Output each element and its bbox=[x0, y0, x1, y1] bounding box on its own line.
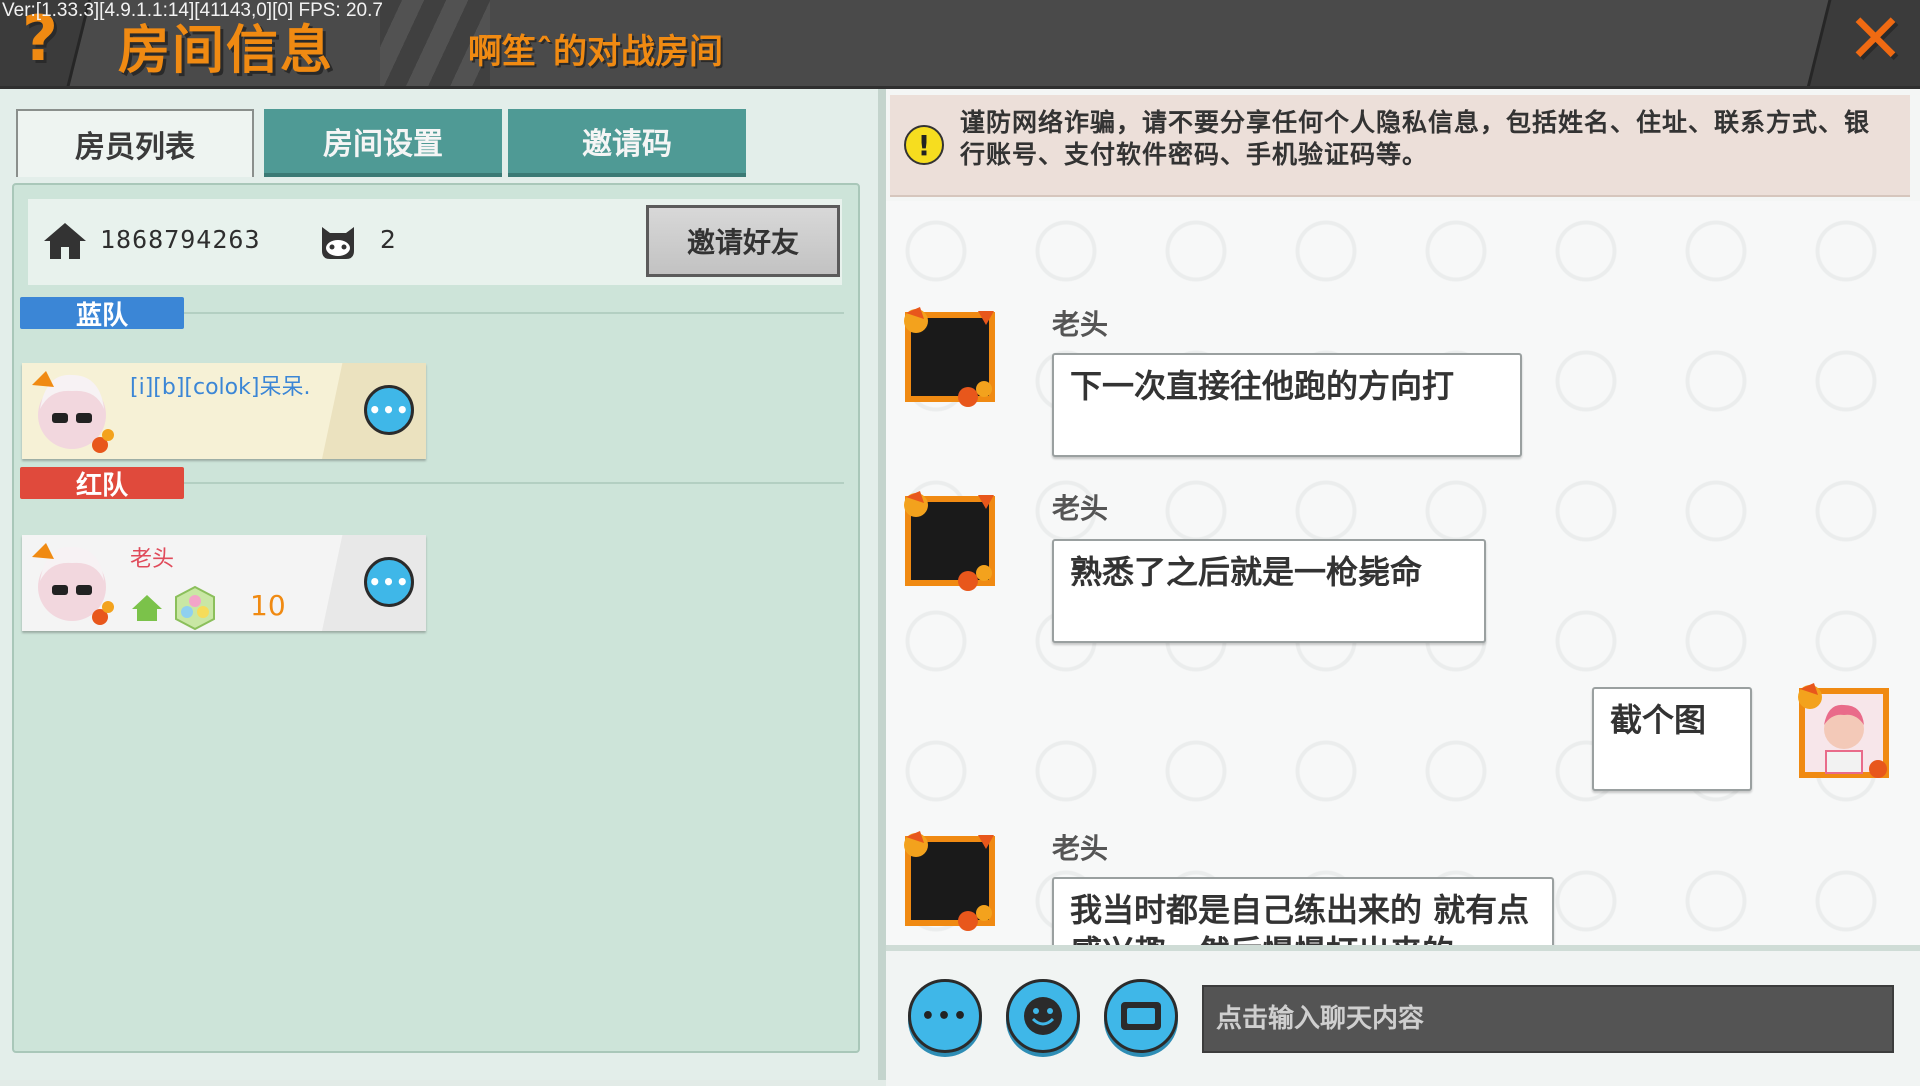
sender-name: 老头 bbox=[1052, 492, 1109, 525]
fraud-warning-text: 谨防网络诈骗，请不要分享任何个人隐私信息，包括姓名、住址、联系方式、银行账号、支… bbox=[960, 108, 1871, 169]
team-label-blue: 蓝队 bbox=[20, 297, 184, 331]
chat-input-bar: ••• bbox=[886, 945, 1920, 1086]
chat-message-list[interactable]: 老头 下一次直接往他跑的方向打 老头 熟悉了之后就是一枪毙命 截个图 老头 我当… bbox=[886, 201, 1920, 1029]
sender-avatar bbox=[904, 307, 995, 407]
warning-icon: ! bbox=[904, 125, 944, 165]
sender-name: 老头 bbox=[1052, 832, 1109, 865]
player-count-icon bbox=[322, 227, 354, 259]
more-icon: ••• bbox=[920, 1003, 970, 1029]
team-divider-blue bbox=[184, 312, 844, 314]
more-icon: ••• bbox=[368, 398, 410, 422]
invite-friends-button[interactable]: 邀请好友 bbox=[646, 205, 840, 277]
chat-panel: ! 谨防网络诈骗，请不要分享任何个人隐私信息，包括姓名、住址、联系方式、银行账号… bbox=[886, 89, 1920, 1086]
player-name: 老头 bbox=[130, 547, 175, 572]
message-bubble: 下一次直接往他跑的方向打 bbox=[1052, 353, 1522, 457]
more-icon: ••• bbox=[368, 570, 410, 594]
panel-divider bbox=[878, 89, 886, 1080]
room-id: 1868794263 bbox=[100, 225, 261, 254]
chat-input-field[interactable] bbox=[1202, 985, 1894, 1053]
sender-avatar bbox=[904, 491, 995, 591]
sender-avatar bbox=[904, 831, 995, 931]
my-avatar bbox=[1798, 683, 1889, 778]
fraud-warning-banner: ! 谨防网络诈骗，请不要分享任何个人隐私信息，包括姓名、住址、联系方式、银行账号… bbox=[890, 95, 1910, 197]
tab-room-settings[interactable]: 房间设置 bbox=[264, 109, 502, 177]
player-avatar bbox=[32, 371, 114, 453]
smile-icon bbox=[1024, 997, 1062, 1035]
player-avatar bbox=[32, 543, 114, 625]
player-name: [i][b][colok]呆呆. bbox=[130, 375, 311, 400]
close-icon[interactable]: ✕ bbox=[1847, 6, 1904, 74]
member-list: 1868794263 2 邀请好友 蓝队 [i][b][colok]呆呆. ••… bbox=[12, 183, 860, 1053]
quick-phrase-button[interactable] bbox=[1104, 979, 1178, 1053]
tab-invite-code[interactable]: 邀请码 bbox=[508, 109, 746, 177]
keyboard-icon bbox=[1121, 1002, 1161, 1030]
player-card-blue[interactable]: [i][b][colok]呆呆. ••• bbox=[22, 363, 426, 459]
player-more-button[interactable]: ••• bbox=[364, 385, 414, 435]
emoji-button[interactable] bbox=[1006, 979, 1080, 1053]
team-label-red: 红队 bbox=[20, 467, 184, 501]
more-options-button[interactable]: ••• bbox=[908, 979, 982, 1053]
house-icon bbox=[44, 223, 86, 259]
team-divider-red bbox=[184, 482, 844, 484]
room-name: 啊笙ˆ的对战房间 bbox=[468, 32, 723, 72]
host-house-icon bbox=[132, 595, 162, 621]
message-bubble: 熟悉了之后就是一枪毙命 bbox=[1052, 539, 1486, 643]
my-message-bubble: 截个图 bbox=[1592, 687, 1752, 791]
level-badge-icon bbox=[175, 585, 215, 631]
player-count: 2 bbox=[380, 225, 396, 254]
player-level: 10 bbox=[250, 589, 286, 622]
room-info-bar: 1868794263 2 邀请好友 bbox=[28, 199, 842, 285]
tab-member-list[interactable]: 房员列表 bbox=[16, 109, 254, 177]
page-title: 房间信息 bbox=[118, 21, 335, 81]
member-panel: 房员列表 房间设置 邀请码 1868794263 2 邀请好友 蓝队 [i][b… bbox=[0, 89, 878, 1080]
title-bar: ? Ver:[1.33.3][4.9.1.1:14][41143,0][0] F… bbox=[0, 0, 1920, 89]
sender-name: 老头 bbox=[1052, 308, 1109, 341]
player-more-button[interactable]: ••• bbox=[364, 557, 414, 607]
player-card-red[interactable]: 老头 10 ••• bbox=[22, 535, 426, 631]
